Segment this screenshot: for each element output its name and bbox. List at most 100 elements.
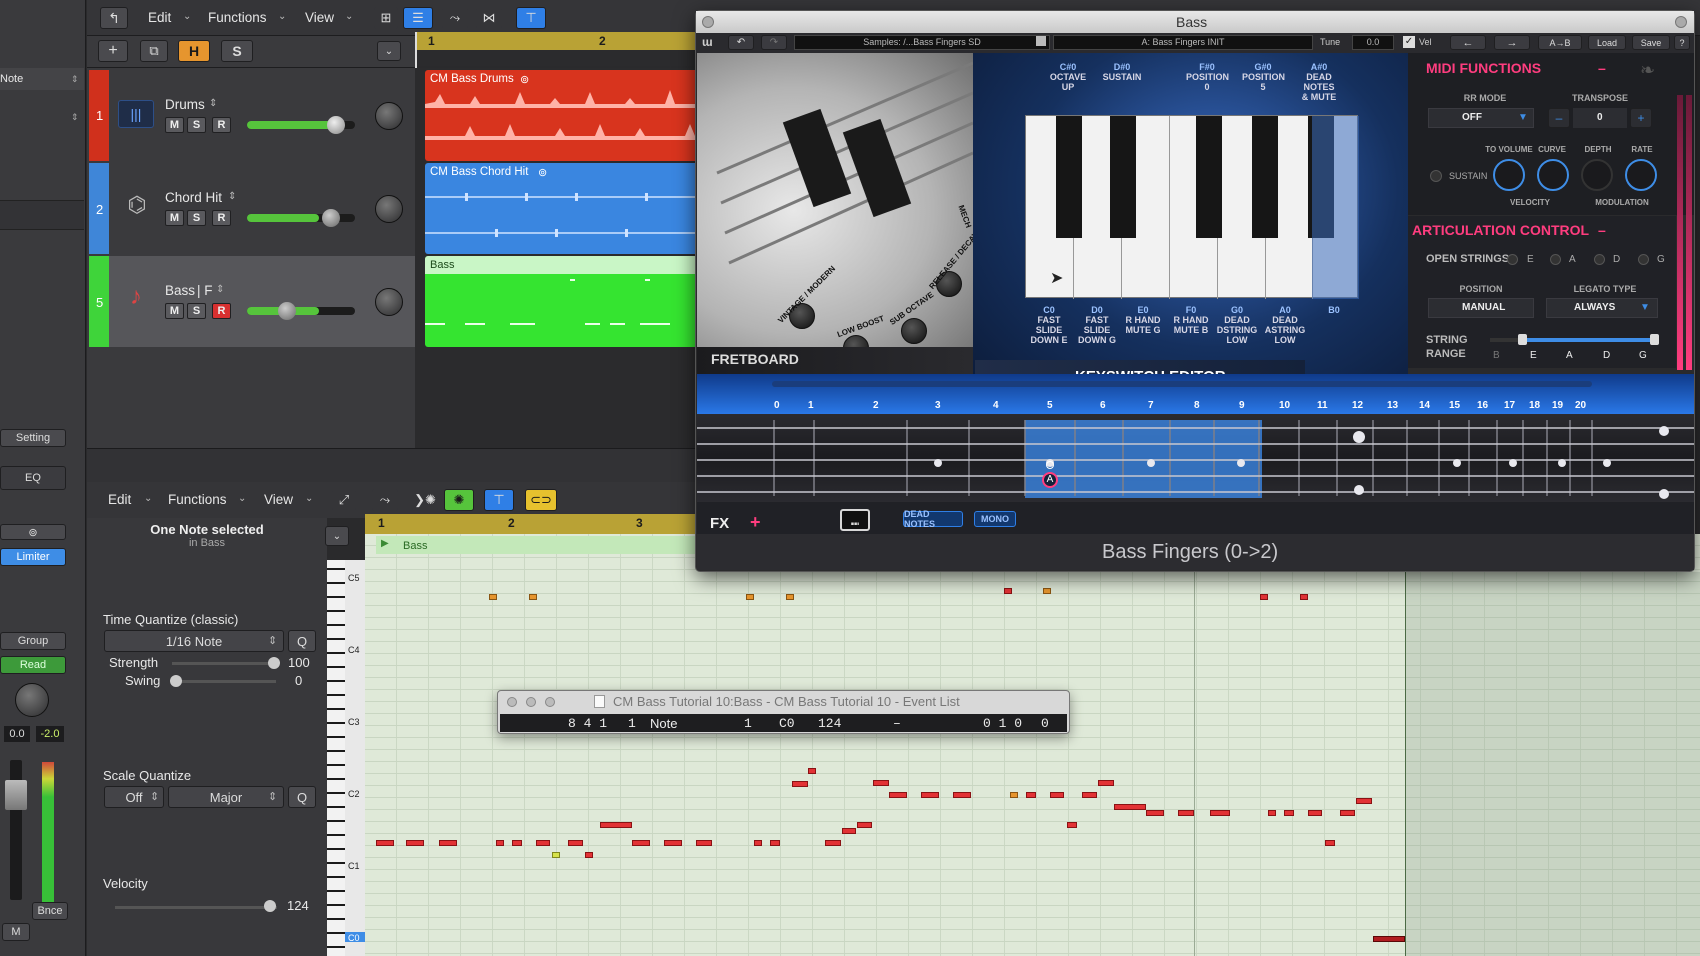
load-button[interactable]: Load	[1588, 35, 1626, 50]
keyswitch-f0[interactable]: F0 R HAND MUTE B	[1170, 305, 1212, 335]
bass-region[interactable]	[425, 256, 700, 347]
folder-icon[interactable]	[1036, 36, 1046, 46]
to-volume-knob[interactable]	[1493, 159, 1525, 191]
midi-note[interactable]	[770, 840, 780, 846]
open-string-a-toggle[interactable]	[1550, 254, 1561, 265]
midi-note[interactable]	[536, 840, 550, 846]
midi-note[interactable]	[512, 840, 522, 846]
tune-field[interactable]: 0.0	[1352, 35, 1394, 50]
midi-note[interactable]	[1356, 798, 1372, 804]
help-button[interactable]: ?	[1674, 35, 1690, 50]
midi-note[interactable]	[1340, 810, 1355, 816]
quantize-button[interactable]: Q	[288, 630, 316, 652]
strength-thumb[interactable]	[268, 657, 280, 669]
midi-note[interactable]	[568, 840, 583, 846]
neck-slider-rail[interactable]	[772, 381, 1592, 387]
list-view-icon[interactable]: ☰	[403, 7, 433, 29]
midi-note[interactable]	[786, 594, 794, 600]
midi-note[interactable]	[632, 840, 650, 846]
midi-note[interactable]	[842, 828, 856, 834]
keyswitch-g0[interactable]: G0 DEAD DSTRING LOW	[1216, 305, 1258, 345]
track-name[interactable]: Chord Hit	[165, 190, 222, 205]
keyswitch-keyboard[interactable]	[1025, 115, 1359, 299]
midi-note[interactable]	[552, 852, 560, 858]
open-string-d-toggle[interactable]	[1594, 254, 1605, 265]
catch-playhead-icon[interactable]: ⊤	[484, 489, 514, 511]
transpose-minus[interactable]: –	[1548, 108, 1570, 128]
open-string-e-toggle[interactable]	[1507, 254, 1518, 265]
link-icon[interactable]: ⊂⊃	[525, 489, 557, 511]
midi-out-icon[interactable]: ✺	[444, 489, 474, 511]
back-arrow-icon[interactable]: ↰	[100, 7, 128, 29]
midi-note[interactable]	[1300, 594, 1308, 600]
mono-button[interactable]: MONO	[974, 511, 1016, 527]
piano-mode-icon[interactable]: ⑉	[840, 509, 870, 531]
pane-divider[interactable]	[87, 448, 700, 482]
plugin-expand-button[interactable]	[1675, 16, 1687, 28]
collapse-lanes-icon[interactable]: ⤢	[332, 489, 356, 511]
midi-note[interactable]	[1082, 792, 1097, 798]
track-name[interactable]: Bass	[165, 283, 195, 298]
transpose-plus[interactable]: +	[1630, 108, 1652, 128]
solo-button[interactable]: S	[187, 303, 206, 319]
next-preset-icon[interactable]: →	[1494, 35, 1530, 50]
string-range-handle-low[interactable]	[1518, 334, 1527, 345]
sustain-toggle[interactable]	[1430, 170, 1442, 182]
collapse-dash-icon[interactable]: –	[1598, 60, 1606, 76]
ab-compare-button[interactable]: A→B	[1538, 35, 1582, 50]
rate-knob[interactable]	[1625, 159, 1657, 191]
keyswitch-asharp0[interactable]: A#0 DEAD NOTES & MUTE	[1298, 62, 1340, 102]
automation-read-button[interactable]: Read	[0, 656, 66, 674]
midi-note[interactable]	[600, 822, 632, 828]
midi-note[interactable]	[1010, 792, 1018, 798]
midi-note[interactable]	[889, 792, 907, 798]
prev-preset-icon[interactable]: ←	[1450, 35, 1486, 50]
preset-field[interactable]: A: Bass Fingers INIT	[1053, 35, 1313, 50]
open-string-g-toggle[interactable]	[1638, 254, 1649, 265]
black-key[interactable]	[1110, 116, 1136, 238]
solo-button[interactable]: S	[187, 117, 206, 133]
midi-note[interactable]	[792, 781, 808, 787]
midi-note[interactable]	[1268, 810, 1276, 816]
velocity-slider[interactable]	[115, 906, 277, 909]
midi-note[interactable]	[489, 594, 497, 600]
black-key[interactable]	[1252, 116, 1278, 238]
midi-note[interactable]	[1146, 810, 1164, 816]
pan-knob[interactable]	[375, 195, 403, 223]
midi-note[interactable]	[825, 840, 841, 846]
midi-note[interactable]	[1284, 810, 1294, 816]
midi-note[interactable]	[1067, 822, 1077, 828]
midi-note[interactable]	[1004, 588, 1012, 594]
catch-playhead-icon[interactable]: ⊤	[516, 7, 546, 29]
black-key[interactable]	[1056, 116, 1082, 238]
mute-button[interactable]: M	[165, 210, 184, 226]
midi-note[interactable]	[1308, 810, 1322, 816]
time-quantize-select[interactable]: 1/16 Note	[104, 630, 284, 652]
eq-button[interactable]: EQ	[0, 466, 66, 490]
grid-view-icon[interactable]: ⊞	[374, 7, 398, 29]
bounce-button[interactable]: Bnce	[32, 902, 68, 920]
limiter-button[interactable]: Limiter	[0, 548, 66, 566]
midi-note[interactable]	[664, 840, 682, 846]
midi-note[interactable]	[921, 792, 939, 798]
played-note-circle[interactable]: A	[1042, 472, 1058, 488]
midi-note[interactable]	[1260, 594, 1268, 600]
swing-thumb[interactable]	[170, 675, 182, 687]
piano-edit-menu[interactable]: Edit	[108, 492, 131, 507]
link-icon[interactable]: ⊚	[0, 524, 66, 540]
window-close-button[interactable]	[507, 697, 517, 707]
midi-note[interactable]	[808, 768, 816, 774]
midi-in-icon[interactable]: ❯✺	[412, 489, 438, 511]
tracks-view-menu[interactable]: View	[305, 10, 334, 25]
midi-note-selected[interactable]	[1373, 936, 1405, 942]
redo-icon[interactable]: ↷	[761, 35, 787, 50]
window-zoom-button[interactable]	[545, 697, 555, 707]
velocity-thumb[interactable]	[264, 900, 276, 912]
midi-note[interactable]	[1178, 810, 1194, 816]
track-name[interactable]: Drums	[165, 97, 205, 112]
automation-icon[interactable]: ⤳	[372, 489, 398, 511]
midi-note[interactable]	[496, 840, 504, 846]
flex-icon[interactable]: ⋈	[476, 7, 502, 29]
channel-fader-cap[interactable]	[5, 780, 27, 810]
automation-icon[interactable]: ⤳	[442, 7, 468, 29]
